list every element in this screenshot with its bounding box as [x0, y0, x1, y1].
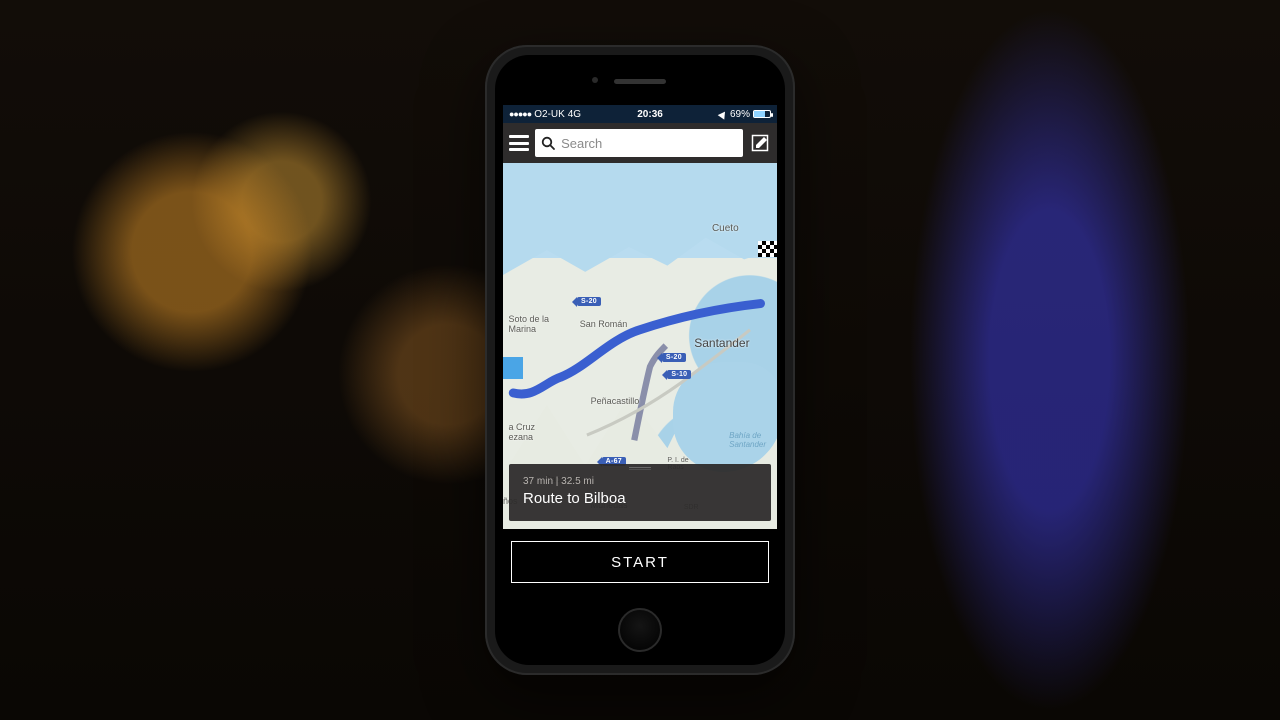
signal-dots-icon: ●●●●● — [509, 109, 531, 119]
bottom-action-bar: START — [503, 529, 777, 595]
screen: ●●●●● O2-UK 4G 20:36 69% — [503, 105, 777, 595]
carrier-label: O2-UK — [534, 109, 565, 120]
battery-icon — [753, 110, 771, 118]
front-camera — [592, 77, 598, 83]
clock: 20:36 — [637, 109, 663, 120]
home-button[interactable] — [618, 608, 662, 652]
battery-percent: 69% — [730, 109, 750, 120]
edit-icon[interactable] — [749, 131, 771, 155]
search-input[interactable] — [561, 136, 737, 151]
speaker-grille — [614, 79, 666, 84]
place-label: San Román — [580, 319, 628, 329]
search-box[interactable] — [535, 129, 743, 157]
road-shield: S-20 — [577, 297, 601, 306]
place-label: Cueto — [712, 223, 739, 234]
start-button[interactable]: START — [511, 541, 769, 583]
road-shield: S-20 — [662, 353, 686, 362]
place-label: a Cruz ezana — [508, 422, 535, 442]
phone-frame: ●●●●● O2-UK 4G 20:36 69% — [485, 45, 795, 675]
location-icon — [718, 109, 729, 119]
road-shield: S-10 — [667, 370, 691, 379]
status-bar: ●●●●● O2-UK 4G 20:36 69% — [503, 105, 777, 123]
drag-handle-icon[interactable] — [629, 467, 651, 470]
app-toolbar — [503, 123, 777, 163]
route-meta: 37 min | 32.5 mi — [523, 476, 757, 487]
destination-marker-icon — [758, 241, 777, 257]
search-icon — [541, 136, 556, 151]
network-label: 4G — [568, 109, 581, 120]
menu-icon[interactable] — [509, 135, 529, 151]
water-label: Bahía de Santander — [729, 431, 766, 449]
route-title: Route to Bilboa — [523, 490, 757, 507]
place-label: Santander — [694, 336, 749, 350]
place-label: Peñacastillo — [591, 396, 640, 406]
route-summary-card[interactable]: 37 min | 32.5 mi Route to Bilboa — [509, 464, 771, 521]
map-view[interactable]: S-20 S-20 S-10 A-67 Cueto Soto de la Mar… — [503, 163, 777, 595]
place-label: Soto de la Marina — [508, 314, 549, 334]
